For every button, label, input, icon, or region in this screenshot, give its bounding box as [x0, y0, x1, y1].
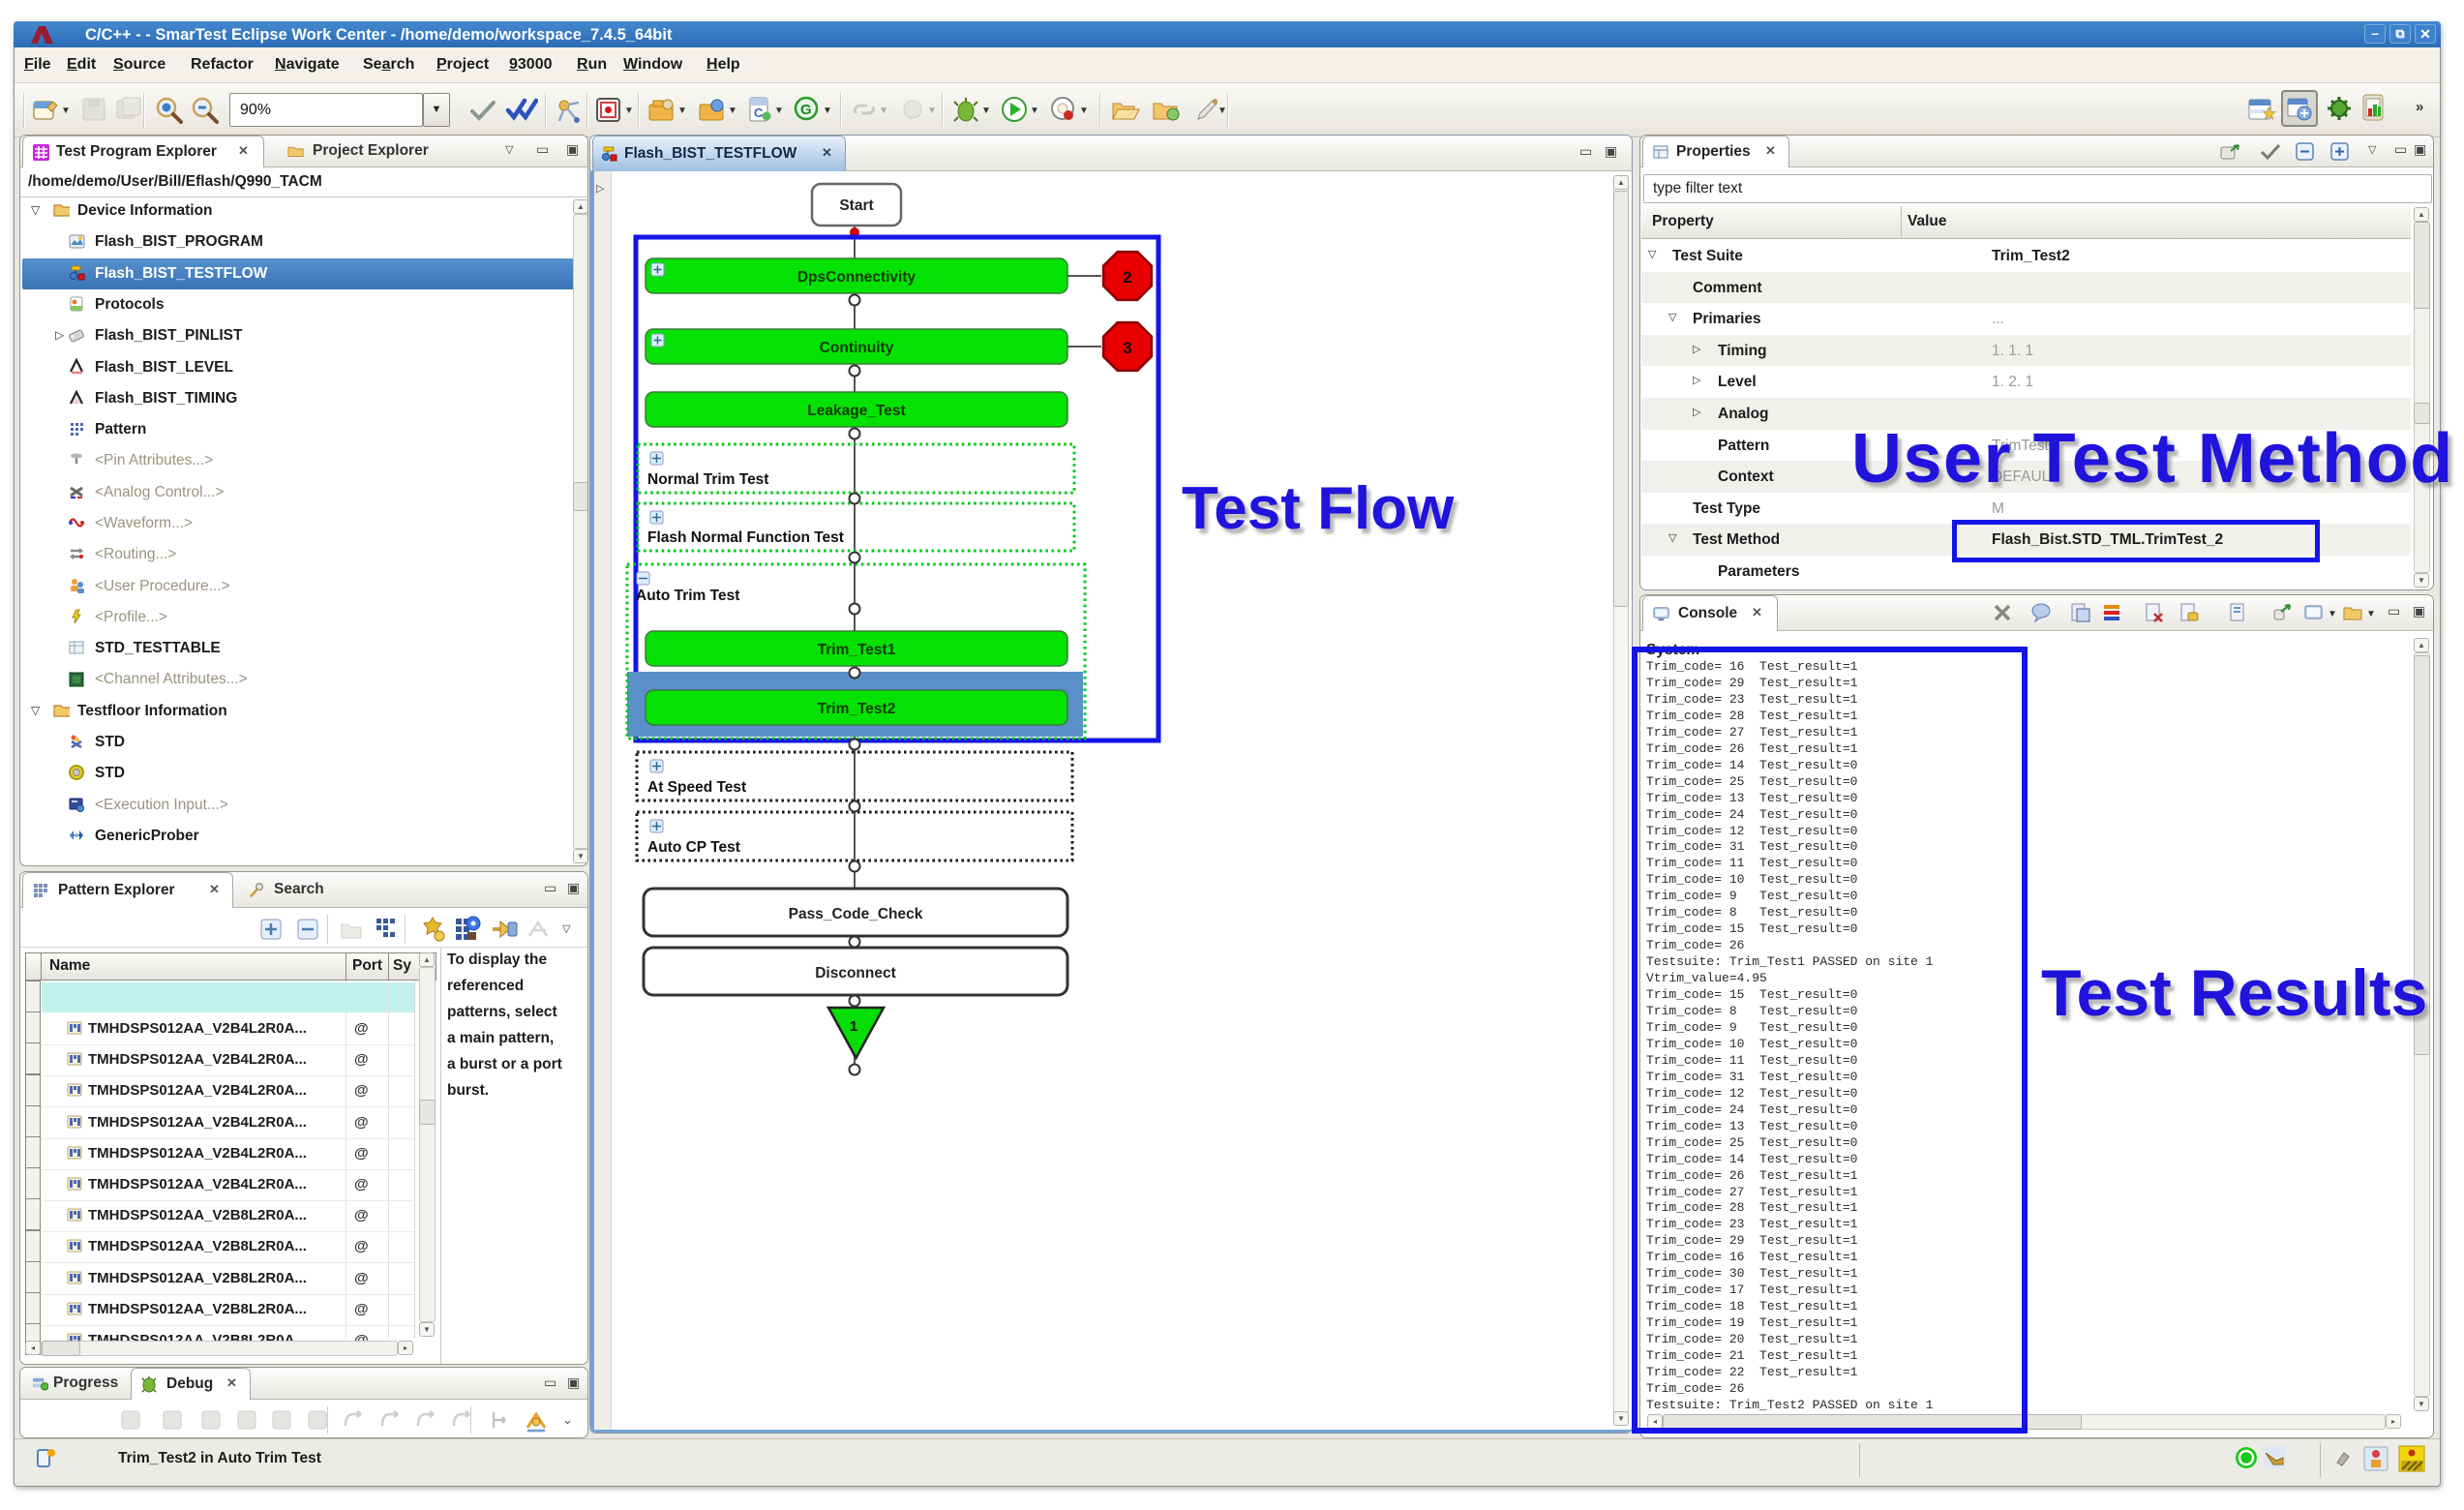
- svg-text:C: C: [754, 106, 764, 120]
- svg-text:DpsConnectivity: DpsConnectivity: [797, 269, 916, 286]
- svg-text:Auto Trim Test: Auto Trim Test: [636, 588, 739, 604]
- svg-text:Start: Start: [839, 197, 873, 214]
- svg-text:Trim_Test1: Trim_Test1: [818, 642, 896, 658]
- svg-text:Flash Normal Function Test: Flash Normal Function Test: [647, 529, 844, 546]
- svg-text:3: 3: [1123, 339, 1131, 357]
- svg-text:Normal Trim Test: Normal Trim Test: [647, 471, 768, 488]
- svg-text:1: 1: [850, 1018, 857, 1035]
- svg-text:At Speed Test: At Speed Test: [647, 779, 746, 796]
- svg-text:Disconnect: Disconnect: [815, 965, 896, 982]
- svg-text:2: 2: [1123, 268, 1131, 287]
- svg-text:Pass_Code_Check: Pass_Code_Check: [789, 906, 923, 922]
- svg-text:Leakage_Test: Leakage_Test: [807, 403, 905, 419]
- svg-text:Continuity: Continuity: [820, 340, 894, 356]
- svg-text:G: G: [800, 102, 812, 118]
- svg-text:Auto CP Test: Auto CP Test: [647, 839, 740, 856]
- svg-text:Trim_Test2: Trim_Test2: [818, 701, 896, 717]
